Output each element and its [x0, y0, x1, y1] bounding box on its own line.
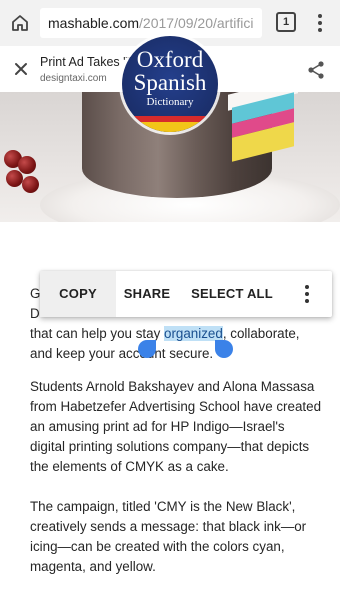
url-path: /2017/09/20/artifici: [139, 15, 254, 31]
select-all-button[interactable]: SELECT ALL: [180, 271, 284, 317]
more-vert-icon-dot: [305, 299, 309, 303]
cherry: [22, 176, 39, 193]
badge-stripe-yellow: [122, 122, 218, 132]
share-page-button[interactable]: [304, 58, 328, 82]
share-icon: [308, 61, 324, 79]
para1-line4: and keep your account secure.: [30, 346, 214, 361]
oxford-dictionary-badge[interactable]: Oxford Spanish Dictionary: [122, 36, 218, 132]
cherry: [6, 170, 23, 187]
copy-button[interactable]: COPY: [40, 271, 116, 317]
page-domain: designtaxi.com: [40, 73, 107, 84]
tab-switcher-button[interactable]: 1: [276, 12, 296, 32]
text-selection-toolbar: COPY SHARE SELECT ALL: [40, 271, 332, 317]
url-host: mashable.com: [48, 15, 140, 31]
more-vert-icon-dot: [305, 285, 309, 289]
browser-menu-button[interactable]: [312, 11, 328, 35]
selection-handle-start[interactable]: [138, 340, 156, 358]
para1-line3: that can help you stay organized, collab…: [30, 324, 322, 344]
more-vert-icon-dot: [305, 292, 309, 296]
url-field[interactable]: mashable.com/2017/09/20/artifici: [40, 8, 262, 38]
more-vert-icon-dot: [318, 14, 322, 18]
para1-text-before: that can help you stay: [30, 326, 164, 341]
home-button[interactable]: [8, 11, 32, 35]
oxford-badge-line3: Dictionary: [146, 96, 194, 108]
para1-text-after: , collaborate,: [222, 326, 300, 341]
home-icon: [12, 15, 28, 31]
oxford-badge-line1: Oxford: [136, 47, 204, 72]
screen: mashable.com/2017/09/20/artifici 1 Print…: [0, 0, 340, 606]
article-paragraph-3: The campaign, titled 'CMY is the New Bla…: [30, 499, 307, 574]
selection-handle-end[interactable]: [215, 340, 233, 358]
more-options-button[interactable]: [292, 271, 322, 317]
oxford-badge-line2: Spanish: [133, 70, 207, 95]
more-vert-icon-dot: [318, 21, 322, 25]
cherry: [18, 156, 36, 174]
close-icon: [15, 63, 27, 75]
selected-text[interactable]: organized: [164, 326, 223, 341]
share-button[interactable]: SHARE: [116, 271, 178, 317]
more-vert-icon-dot: [318, 28, 322, 32]
close-tab-button[interactable]: [10, 58, 32, 80]
article-paragraph-2: Students Arnold Bakshayev and Alona Mass…: [30, 379, 322, 474]
